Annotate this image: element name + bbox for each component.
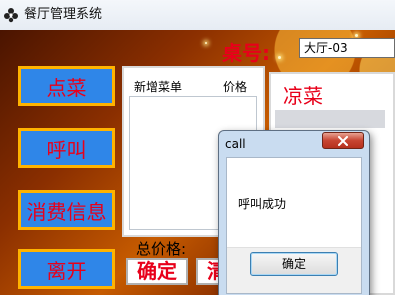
table-number-field[interactable]: 大厅-03 bbox=[299, 38, 395, 58]
title-bar: 餐厅管理系统 bbox=[0, 0, 395, 31]
leave-button-label: 离开 bbox=[46, 258, 87, 283]
dialog-ok-button[interactable]: 确定 bbox=[250, 252, 338, 276]
sparkle bbox=[278, 56, 281, 59]
call-dialog: call 呼叫成功 确定 bbox=[218, 130, 370, 295]
dialog-message: 呼叫成功 bbox=[238, 197, 287, 211]
sparkle bbox=[355, 34, 358, 37]
main-area: 点菜 呼叫 消费信息 离开 桌号: 大厅-03 新增菜单 价格 凉菜 总价格: … bbox=[0, 30, 395, 295]
dish-list-row[interactable] bbox=[275, 110, 385, 128]
dialog-close-button[interactable] bbox=[322, 132, 364, 149]
dialog-title: call bbox=[225, 137, 246, 151]
consumption-info-button[interactable]: 消费信息 bbox=[18, 190, 115, 230]
flower-icon bbox=[4, 8, 18, 23]
call-button-label: 呼叫 bbox=[46, 137, 87, 162]
window-title: 餐厅管理系统 bbox=[24, 7, 103, 22]
category-title: 凉菜 bbox=[283, 84, 323, 108]
column-header-name: 新增菜单 bbox=[134, 80, 183, 94]
dialog-body: 呼叫成功 确定 bbox=[226, 157, 362, 294]
consumption-info-button-label: 消费信息 bbox=[26, 199, 107, 224]
confirm-button-label: 确定 bbox=[137, 259, 177, 283]
sparkle bbox=[205, 42, 207, 44]
column-header-price: 价格 bbox=[223, 80, 248, 94]
table-number-label: 桌号: bbox=[222, 41, 270, 65]
total-price-label: 总价格: bbox=[136, 240, 187, 258]
leave-button[interactable]: 离开 bbox=[18, 249, 115, 289]
close-icon bbox=[338, 136, 348, 146]
order-button-label: 点菜 bbox=[46, 75, 87, 100]
confirm-button[interactable]: 确定 bbox=[126, 258, 188, 285]
call-button[interactable]: 呼叫 bbox=[18, 128, 115, 168]
order-button[interactable]: 点菜 bbox=[18, 66, 115, 106]
